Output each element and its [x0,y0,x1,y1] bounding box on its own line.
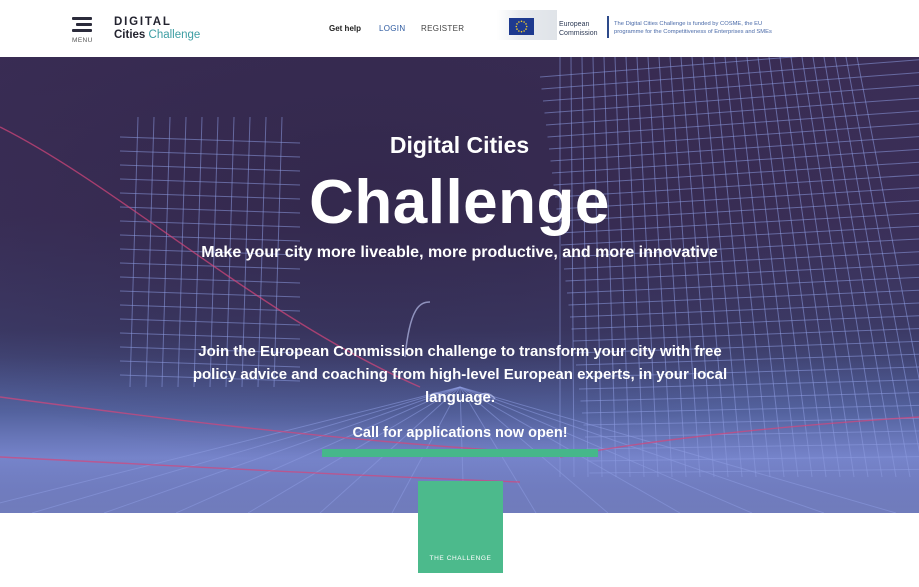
european-commission-logo[interactable]: European Commission [497,10,607,40]
ec-line2: Commission [559,30,598,37]
the-challenge-label: THE CHALLENGE [429,555,492,562]
hero-tagline: Make your city more liveable, more produ… [201,244,718,261]
logo-line2: Cities Challenge [114,29,200,42]
logo-cities: Cities [114,29,146,41]
site-header: MENU DIGITAL Cities Challenge Get help L… [0,0,919,57]
hero-title: Challenge [309,168,610,237]
ec-divider [607,16,609,38]
the-challenge-tile[interactable]: THE CHALLENGE [418,481,503,573]
hero-subtitle: Digital Cities [389,132,530,158]
logo-challenge: Challenge [148,29,201,41]
funding-note-line1: The Digital Cities Challenge is funded b… [614,21,763,27]
site-logo[interactable]: DIGITAL Cities Challenge [114,16,200,42]
hero-banner: Digital Cities Challenge Make your city … [0,57,919,513]
logo-line1: DIGITAL [114,16,172,28]
call-for-applications-button[interactable]: Call for applications now open! [322,425,598,457]
hero-description: Join the European Commission challenge t… [192,343,728,406]
funding-note-line2: programme for the Competitiveness of Ent… [614,29,772,35]
menu-label: MENU [72,37,93,44]
ec-logo-text: European Commission [559,20,598,38]
ec-line1: European [559,21,590,28]
eu-flag-icon [509,18,534,35]
nav-register[interactable]: REGISTER [421,24,464,33]
nav-get-help[interactable]: Get help [329,24,361,33]
hamburger-menu-icon [72,17,94,33]
menu-button[interactable]: MENU [72,17,96,45]
nav-login[interactable]: LOGIN [379,24,405,33]
funding-note: The Digital Cities Challenge is funded b… [614,20,814,36]
